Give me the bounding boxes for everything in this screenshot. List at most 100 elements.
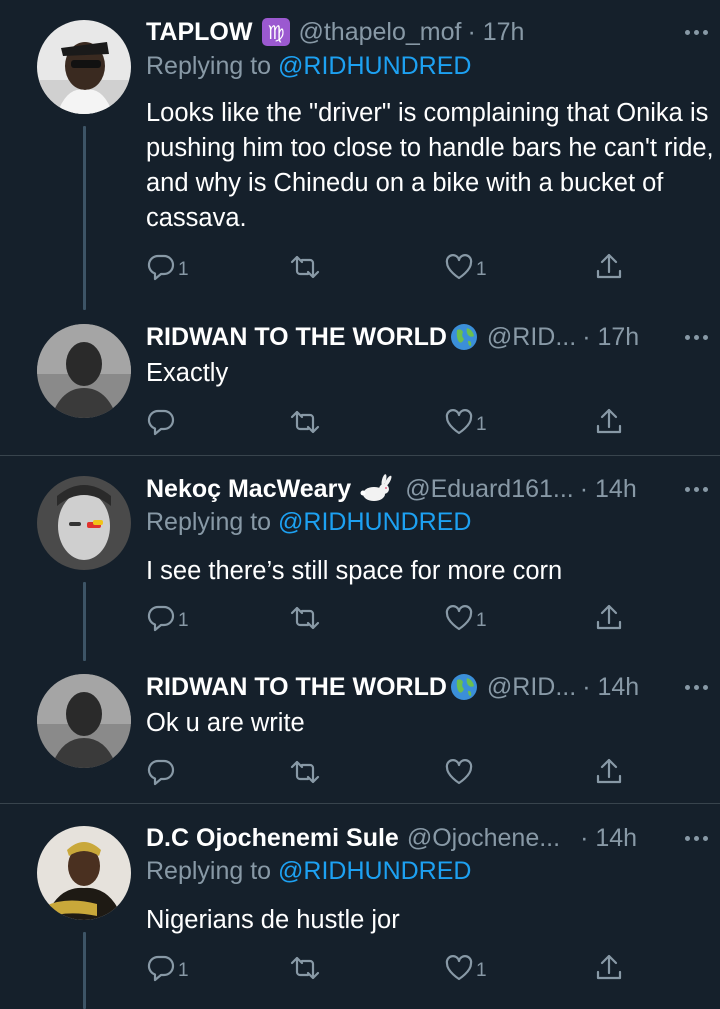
reply-button[interactable] xyxy=(146,757,178,787)
like-button[interactable]: 1 xyxy=(444,953,487,983)
tweet-text: Looks like the "driver" is complaining t… xyxy=(146,99,714,232)
avatar[interactable] xyxy=(37,476,131,570)
heart-icon xyxy=(445,759,473,785)
like-button[interactable]: 1 xyxy=(444,407,487,437)
more-icon[interactable] xyxy=(685,320,708,354)
display-name[interactable]: RIDWAN TO THE WORLD xyxy=(146,323,447,352)
reply-icon xyxy=(147,759,175,786)
share-button[interactable] xyxy=(594,953,624,983)
like-count: 1 xyxy=(476,960,487,981)
display-name[interactable]: D.C Ojochenemi Sule xyxy=(146,824,399,853)
thread-line xyxy=(83,932,86,1009)
reply-button[interactable]: 1 xyxy=(146,252,189,282)
reply-count: 1 xyxy=(178,610,189,631)
share-icon xyxy=(596,408,622,434)
user-handle[interactable]: @RID... xyxy=(487,323,576,352)
mention-link[interactable]: @RIDHUNDRED xyxy=(278,857,471,885)
replying-to: Replying to @RIDHUNDRED xyxy=(146,857,471,886)
tweet-header: TAPLOW ♍ @thapelo_mof · 17h xyxy=(146,15,708,49)
timestamp[interactable]: · 14h xyxy=(580,824,637,853)
globe-badge-icon xyxy=(449,672,479,702)
tweet-header: D.C Ojochenemi Sule @Ojochene... · 14h xyxy=(146,821,708,855)
avatar[interactable] xyxy=(37,674,131,768)
avatar[interactable] xyxy=(37,324,131,418)
action-bar xyxy=(146,757,626,787)
timestamp[interactable]: · 17h xyxy=(582,323,639,352)
reply-count: 1 xyxy=(178,259,189,280)
retweet-button[interactable] xyxy=(289,252,323,282)
retweet-button[interactable] xyxy=(289,953,323,983)
timestamp[interactable]: · 17h xyxy=(467,18,524,47)
globe-badge-icon xyxy=(449,322,479,352)
reply-button[interactable]: 1 xyxy=(146,953,189,983)
tweet-header: RIDWAN TO THE WORLD @RID... · 14h xyxy=(146,670,708,704)
reply-icon xyxy=(147,955,175,982)
heart-icon xyxy=(445,409,473,435)
display-name[interactable]: Nekoç MacWeary xyxy=(146,475,351,504)
replying-to: Replying to @RIDHUNDRED xyxy=(146,508,471,537)
tweet-1[interactable]: TAPLOW ♍ @thapelo_mof · 17h Replying to … xyxy=(0,0,720,310)
retweet-button[interactable] xyxy=(289,757,323,787)
share-button[interactable] xyxy=(594,407,624,437)
share-icon xyxy=(596,758,622,784)
share-button[interactable] xyxy=(594,603,624,633)
tweet-4[interactable]: RIDWAN TO THE WORLD @RID... · 14h Ok u a… xyxy=(0,661,720,803)
reply-icon xyxy=(147,409,175,436)
retweet-icon xyxy=(290,956,320,980)
like-count: 1 xyxy=(476,610,487,631)
retweet-button[interactable] xyxy=(289,407,323,437)
user-handle[interactable]: @thapelo_mof xyxy=(298,18,461,47)
action-bar: 1 1 xyxy=(146,603,626,633)
tweet-5[interactable]: D.C Ojochenemi Sule @Ojochene... · 14h R… xyxy=(0,804,720,1009)
reply-button[interactable]: 1 xyxy=(146,603,189,633)
like-count: 1 xyxy=(476,414,487,435)
display-name[interactable]: RIDWAN TO THE WORLD xyxy=(146,673,447,702)
replying-to-label: Replying to xyxy=(146,52,279,80)
like-count: 1 xyxy=(476,259,487,280)
zodiac-badge-icon: ♍ xyxy=(262,18,291,46)
share-button[interactable] xyxy=(594,757,624,787)
thread-line xyxy=(83,126,86,310)
avatar[interactable] xyxy=(37,20,131,114)
mention-link[interactable]: @RIDHUNDRED xyxy=(278,508,471,536)
share-icon xyxy=(596,954,622,980)
tweet-text: Ok u are write xyxy=(146,709,305,737)
replying-to-label: Replying to xyxy=(146,508,279,536)
like-button[interactable] xyxy=(444,757,476,787)
more-icon[interactable] xyxy=(685,472,708,506)
more-icon[interactable] xyxy=(685,670,708,704)
tweet-2[interactable]: RIDWAN TO THE WORLD @RID... · 17h Exactl… xyxy=(0,310,720,455)
action-bar: 1 1 xyxy=(146,953,626,983)
reply-button[interactable] xyxy=(146,407,178,437)
share-icon xyxy=(596,253,622,279)
replying-to-label: Replying to xyxy=(146,857,279,885)
tweet-3[interactable]: Nekoç MacWeary @Eduard161... · 14h Reply… xyxy=(0,456,720,661)
replying-to: Replying to @RIDHUNDRED xyxy=(146,52,471,81)
share-button[interactable] xyxy=(594,252,624,282)
user-handle[interactable]: @Eduard161... xyxy=(405,475,574,504)
tweet-text: Exactly xyxy=(146,359,229,387)
timestamp[interactable]: · 14h xyxy=(580,475,637,504)
more-icon[interactable] xyxy=(685,15,708,49)
mention-link[interactable]: @RIDHUNDRED xyxy=(278,52,471,80)
retweet-icon xyxy=(290,410,320,434)
heart-icon xyxy=(445,254,473,280)
user-handle[interactable]: @Ojochene... xyxy=(407,824,560,853)
reply-count: 1 xyxy=(178,960,189,981)
display-name[interactable]: TAPLOW xyxy=(146,18,252,47)
avatar[interactable] xyxy=(37,826,131,920)
share-icon xyxy=(596,604,622,630)
tweet-header: Nekoç MacWeary @Eduard161... · 14h xyxy=(146,472,708,506)
retweet-icon xyxy=(290,255,320,279)
action-bar: 1 1 xyxy=(146,252,626,282)
tweet-header: RIDWAN TO THE WORLD @RID... · 17h xyxy=(146,320,708,354)
timestamp[interactable]: · 14h xyxy=(582,673,639,702)
heart-icon xyxy=(445,605,473,631)
more-icon[interactable] xyxy=(685,821,708,855)
like-button[interactable]: 1 xyxy=(444,252,487,282)
thread-line xyxy=(83,582,86,661)
retweet-button[interactable] xyxy=(289,603,323,633)
like-button[interactable]: 1 xyxy=(444,603,487,633)
user-handle[interactable]: @RID... xyxy=(487,673,576,702)
heart-icon xyxy=(445,955,473,981)
